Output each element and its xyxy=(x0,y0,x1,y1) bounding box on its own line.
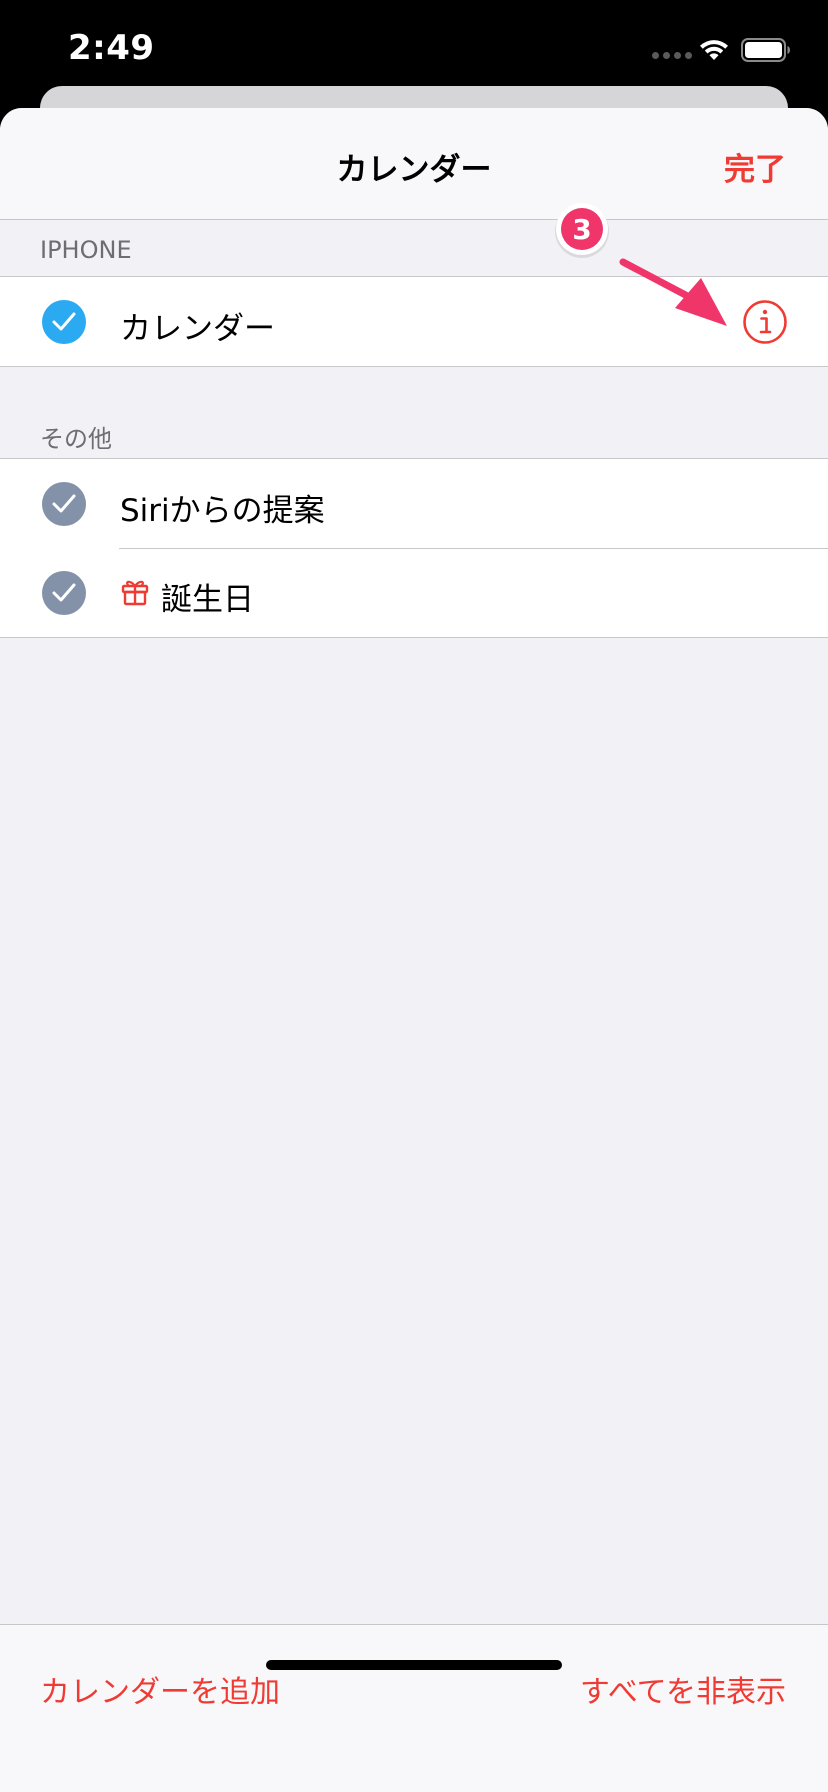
checkmark-icon[interactable] xyxy=(42,300,86,344)
done-button[interactable]: 完了 xyxy=(724,144,786,189)
section-header-other: その他 xyxy=(40,425,112,453)
annotation-arrow-icon xyxy=(619,258,727,326)
section-header-iphone: IPHONE xyxy=(40,236,132,264)
calendars-sheet: カレンダー 完了 IPHONE カレンダー その他 Siriからの提案 誕生日 … xyxy=(0,108,828,1792)
checkmark-icon[interactable] xyxy=(42,571,86,615)
calendar-row-birthdays[interactable]: 誕生日 xyxy=(0,548,828,637)
calendar-row-label: Siriからの提案 xyxy=(120,493,325,529)
info-icon[interactable] xyxy=(742,299,788,345)
page-title: カレンダー xyxy=(336,152,492,188)
step-number-badge: 3 xyxy=(555,203,609,258)
cellular-signal-icon xyxy=(652,52,692,59)
status-time: 2:49 xyxy=(68,28,155,68)
battery-icon xyxy=(741,38,790,62)
calendar-row-siri-suggestions[interactable]: Siriからの提案 xyxy=(0,459,828,548)
calendar-row-label: カレンダー xyxy=(120,311,275,347)
gift-icon xyxy=(121,580,149,606)
calendar-row-label: 誕生日 xyxy=(161,582,254,618)
bottom-toolbar: カレンダーを追加 すべてを非表示 xyxy=(0,1624,828,1792)
other-calendar-list: Siriからの提案 誕生日 xyxy=(0,458,828,638)
add-calendar-button[interactable]: カレンダーを追加 xyxy=(40,1667,280,1711)
checkmark-icon[interactable] xyxy=(42,482,86,526)
wifi-icon xyxy=(700,40,728,60)
hide-all-button[interactable]: すべてを非表示 xyxy=(580,1667,786,1711)
nav-bar: カレンダー 完了 xyxy=(0,108,828,220)
step-number-text: 3 xyxy=(572,213,591,246)
status-bar: 2:49 xyxy=(0,0,828,100)
home-indicator[interactable] xyxy=(266,1660,562,1670)
